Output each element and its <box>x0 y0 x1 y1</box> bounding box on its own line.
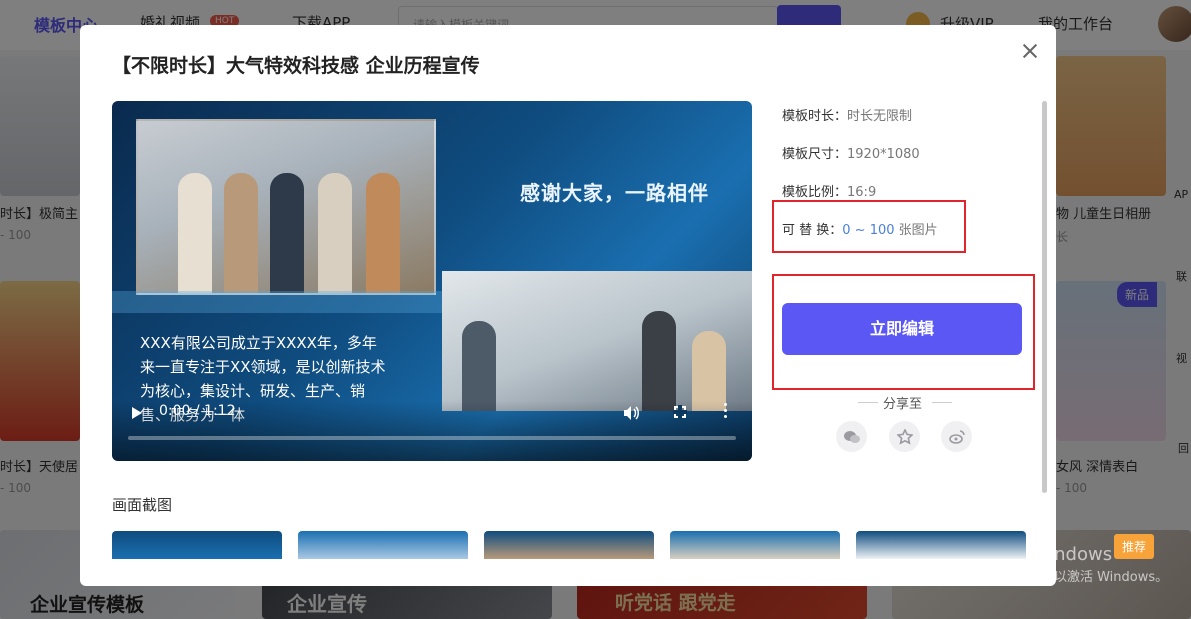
info-duration: 模板时长：时长无限制 <box>782 105 912 124</box>
fullscreen-icon[interactable] <box>673 405 687 419</box>
person-figure <box>462 321 496 411</box>
screenshot-thumbnail[interactable] <box>484 531 654 559</box>
volume-icon[interactable] <box>624 405 640 420</box>
person-figure <box>366 173 400 293</box>
duration-label: 模板时长： <box>782 109 848 124</box>
screenshots-label: 画面截图 <box>112 496 173 514</box>
more-options-icon[interactable] <box>724 403 728 419</box>
ratio-label: 模板比例： <box>782 185 848 200</box>
person-figure <box>224 173 258 293</box>
video-light-band <box>112 291 452 313</box>
person-figure <box>178 173 212 293</box>
screenshot-thumbnail[interactable] <box>112 531 282 559</box>
recommend-badge: 推荐 <box>1114 534 1155 559</box>
screenshot-thumbnail[interactable] <box>298 531 468 559</box>
screenshot-thumbnail[interactable] <box>856 531 1026 559</box>
share-divider-right <box>932 402 952 403</box>
duration-value: 时长无限制 <box>847 109 913 124</box>
modal-scrollbar[interactable] <box>1042 101 1047 493</box>
info-ratio: 模板比例：16:9 <box>782 181 876 200</box>
video-progress-bar[interactable] <box>128 436 736 440</box>
star-icon[interactable] <box>889 421 920 452</box>
video-frame-team-photo <box>136 119 436 295</box>
video-time: 0:00 / 1:12 <box>159 403 236 419</box>
video-tagline: 感谢大家，一路相伴 <box>520 181 709 205</box>
weibo-icon[interactable] <box>941 421 972 452</box>
share-label: 分享至 <box>883 397 923 412</box>
close-icon[interactable] <box>1018 39 1042 63</box>
replaceable-highlight <box>772 200 966 253</box>
ratio-value: 16:9 <box>847 185 877 200</box>
size-label: 模板尺寸： <box>782 147 848 162</box>
edit-now-button[interactable]: 立即编辑 <box>782 303 1022 355</box>
video-player[interactable]: 感谢大家，一路相伴 XXX有限公司成立于XXXX年，多年来一直专注于XX领域，是… <box>112 101 752 461</box>
screenshot-thumbnail[interactable] <box>670 531 840 559</box>
info-size: 模板尺寸：1920*1080 <box>782 143 920 162</box>
person-figure <box>692 331 726 411</box>
person-figure <box>318 173 352 293</box>
play-icon[interactable] <box>132 407 142 419</box>
size-value: 1920*1080 <box>847 147 920 162</box>
person-figure <box>270 173 304 293</box>
share-divider-left <box>858 402 878 403</box>
wechat-icon[interactable] <box>836 421 867 452</box>
video-frame-office-photo <box>442 271 752 411</box>
template-preview-modal: 【不限时长】大气特效科技感 企业历程宣传 感谢大家，一路相伴 XXX有限公司成立… <box>80 25 1056 586</box>
person-figure <box>642 311 676 411</box>
modal-title: 【不限时长】大气特效科技感 企业历程宣传 <box>112 55 480 77</box>
